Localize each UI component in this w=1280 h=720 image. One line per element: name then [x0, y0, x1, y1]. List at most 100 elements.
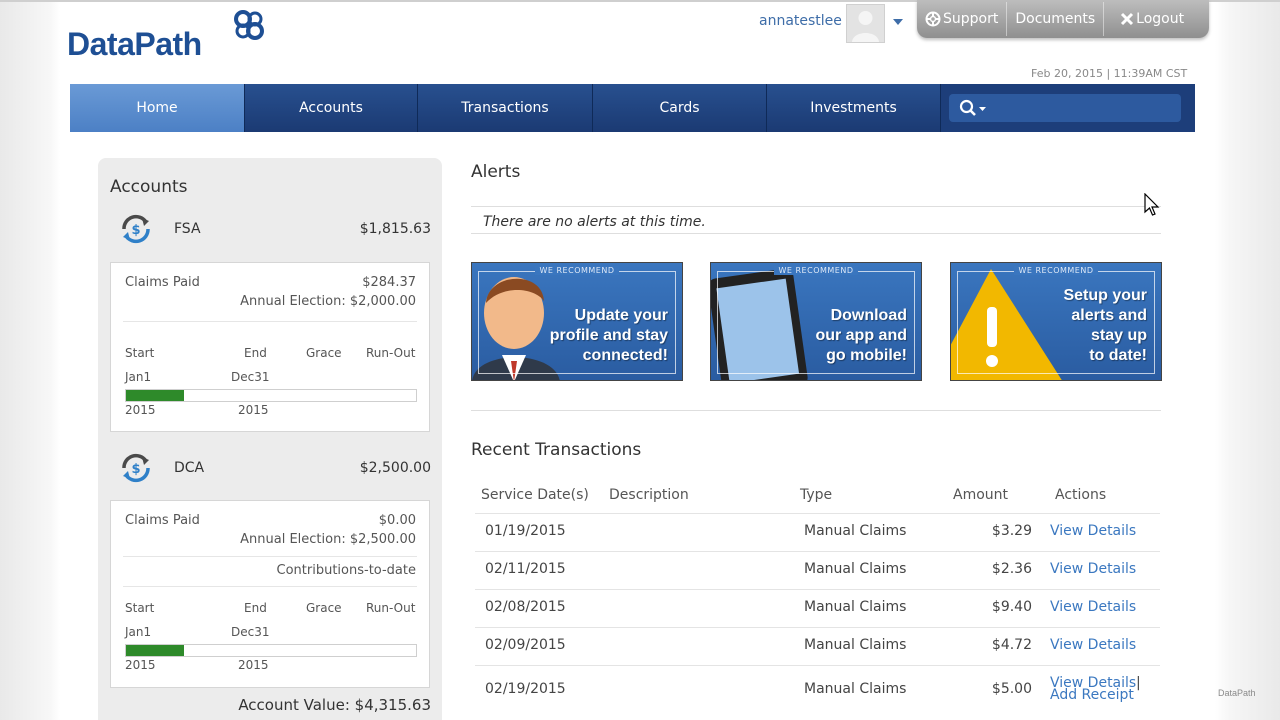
row-3-type: Manual Claims	[804, 599, 907, 615]
svg-text:$: $	[131, 223, 140, 238]
alerts-title: Alerts	[471, 162, 521, 182]
dca-contributions-label: Contributions-to-date	[276, 563, 416, 578]
dca-progress-bar	[125, 644, 417, 657]
nav-transactions[interactable]: Transactions	[418, 84, 593, 132]
row-3-amount: $9.40	[991, 599, 1032, 615]
main-nav: Home Accounts Transactions Cards Investm…	[70, 84, 1195, 132]
dca-start-year: 2015	[125, 658, 156, 672]
nav-home[interactable]: Home	[70, 84, 245, 132]
row-5-add-receipt-link[interactable]: Add Receipt	[1050, 687, 1134, 703]
nav-accounts[interactable]: Accounts	[245, 84, 418, 132]
row-1-type: Manual Claims	[804, 523, 907, 539]
dca-start-label: Start	[125, 601, 155, 615]
row-divider	[475, 589, 1160, 590]
support-button[interactable]: Support	[917, 2, 1008, 36]
row-4-date: 02/09/2015	[485, 637, 566, 653]
search-input[interactable]	[949, 94, 1181, 122]
fsa-card: Claims Paid $284.37 Annual Election: $2,…	[110, 262, 430, 432]
promo-badge: WE RECOMMEND	[472, 266, 682, 275]
fsa-name: FSA	[174, 221, 201, 237]
row-2-date: 02/11/2015	[485, 561, 566, 577]
fsa-runout-label: Run-Out	[366, 346, 416, 360]
row-1-date: 01/19/2015	[485, 523, 566, 539]
row-3-view-details-link[interactable]: View Details	[1050, 599, 1136, 615]
row-4-view-details-link[interactable]: View Details	[1050, 637, 1136, 653]
alerts-top-divider	[471, 206, 1161, 207]
promo-text: Update your profile and stay connected!	[549, 307, 668, 364]
utility-bar: Support Documents Logout	[917, 0, 1209, 38]
dca-annual-election: Annual Election: $2,500.00	[240, 532, 416, 547]
close-x-icon	[1121, 12, 1134, 26]
fsa-balance: $1,815.63	[359, 221, 431, 237]
dca-name: DCA	[174, 460, 205, 476]
row-2-type: Manual Claims	[804, 561, 907, 577]
col-actions: Actions	[1055, 487, 1107, 503]
fsa-claims-value: $284.37	[362, 275, 416, 290]
dca-grace-label: Grace	[306, 601, 342, 615]
dca-end-label: End	[244, 601, 267, 615]
promo-badge: WE RECOMMEND	[711, 266, 921, 275]
user-menu-caret-icon[interactable]	[891, 14, 905, 28]
recent-transactions-title: Recent Transactions	[471, 440, 642, 460]
accounts-title: Accounts	[110, 177, 188, 197]
dca-separator	[123, 556, 417, 557]
fsa-account-row[interactable]: $ FSA $1,815.63	[98, 211, 442, 251]
search-icon[interactable]	[959, 99, 989, 117]
promo-update-profile[interactable]: WE RECOMMEND Update your profile and stay…	[471, 262, 683, 381]
row-divider	[475, 551, 1160, 552]
logo-mark-icon	[234, 10, 264, 40]
col-service-date[interactable]: Service Date(s)	[481, 487, 589, 503]
row-2-view-details-link[interactable]: View Details	[1050, 561, 1136, 577]
promo-text: Download our app and go mobile!	[815, 307, 907, 364]
promo-text: Setup your alerts and stay up to date!	[1063, 287, 1147, 364]
fsa-start-year: 2015	[125, 403, 156, 417]
datapath-logo[interactable]: DataPath	[67, 26, 202, 63]
nav-investments[interactable]: Investments	[767, 84, 941, 132]
fsa-progress-fill	[126, 390, 184, 401]
datapath-watermark: DataPath	[1218, 688, 1256, 698]
dca-end-year: 2015	[238, 658, 269, 672]
dca-account-row[interactable]: $ DCA $2,500.00	[98, 450, 442, 490]
col-description[interactable]: Description	[609, 487, 689, 503]
promo-download-app[interactable]: WE RECOMMEND Download our app and go mobil…	[710, 262, 922, 381]
row-5-amount: $5.00	[991, 681, 1032, 697]
promo-setup-alerts[interactable]: WE RECOMMEND Setup your alerts and stay up…	[950, 262, 1162, 381]
col-type[interactable]: Type	[800, 487, 832, 503]
fsa-end-year: 2015	[238, 403, 269, 417]
fsa-start-date: Jan1	[125, 370, 152, 384]
dca-runout-label: Run-Out	[366, 601, 416, 615]
user-silhouette-icon	[852, 11, 879, 42]
row-divider	[475, 665, 1160, 666]
dca-balance: $2,500.00	[359, 460, 431, 476]
nav-cards[interactable]: Cards	[593, 84, 767, 132]
col-amount[interactable]: Amount	[953, 487, 1008, 503]
dca-separator-2	[123, 586, 417, 587]
nav-search	[941, 84, 1195, 132]
row-4-amount: $4.72	[991, 637, 1032, 653]
fsa-claims-label: Claims Paid	[125, 275, 200, 290]
lifebuoy-icon	[925, 11, 941, 27]
mouse-cursor-icon	[1144, 193, 1160, 216]
username-link[interactable]: annatestlee	[759, 13, 842, 29]
account-value: Account Value: $4,315.63	[238, 696, 431, 714]
dca-progress-fill	[126, 645, 184, 656]
alerts-bottom-divider	[471, 233, 1161, 234]
dca-claims-value: $0.00	[378, 513, 416, 528]
fsa-refresh-dollar-icon: $	[122, 214, 150, 244]
row-4-type: Manual Claims	[804, 637, 907, 653]
row-divider	[475, 627, 1160, 628]
logout-button[interactable]: Logout	[1104, 2, 1192, 36]
documents-button[interactable]: Documents	[1007, 2, 1105, 36]
fsa-start-label: Start	[125, 346, 155, 360]
row-2-amount: $2.36	[991, 561, 1032, 577]
accounts-panel: Accounts $ FSA $1,815.63 Claims Paid $28…	[98, 158, 442, 720]
fsa-grace-label: Grace	[306, 346, 342, 360]
row-1-view-details-link[interactable]: View Details	[1050, 523, 1136, 539]
avatar[interactable]	[846, 4, 885, 43]
dca-start-date: Jan1	[125, 625, 152, 639]
row-divider	[475, 513, 1160, 514]
dca-card: Claims Paid $0.00 Annual Election: $2,50…	[110, 500, 430, 688]
logout-label: Logout	[1136, 11, 1185, 27]
dca-claims-label: Claims Paid	[125, 513, 200, 528]
svg-text:$: $	[131, 462, 140, 477]
